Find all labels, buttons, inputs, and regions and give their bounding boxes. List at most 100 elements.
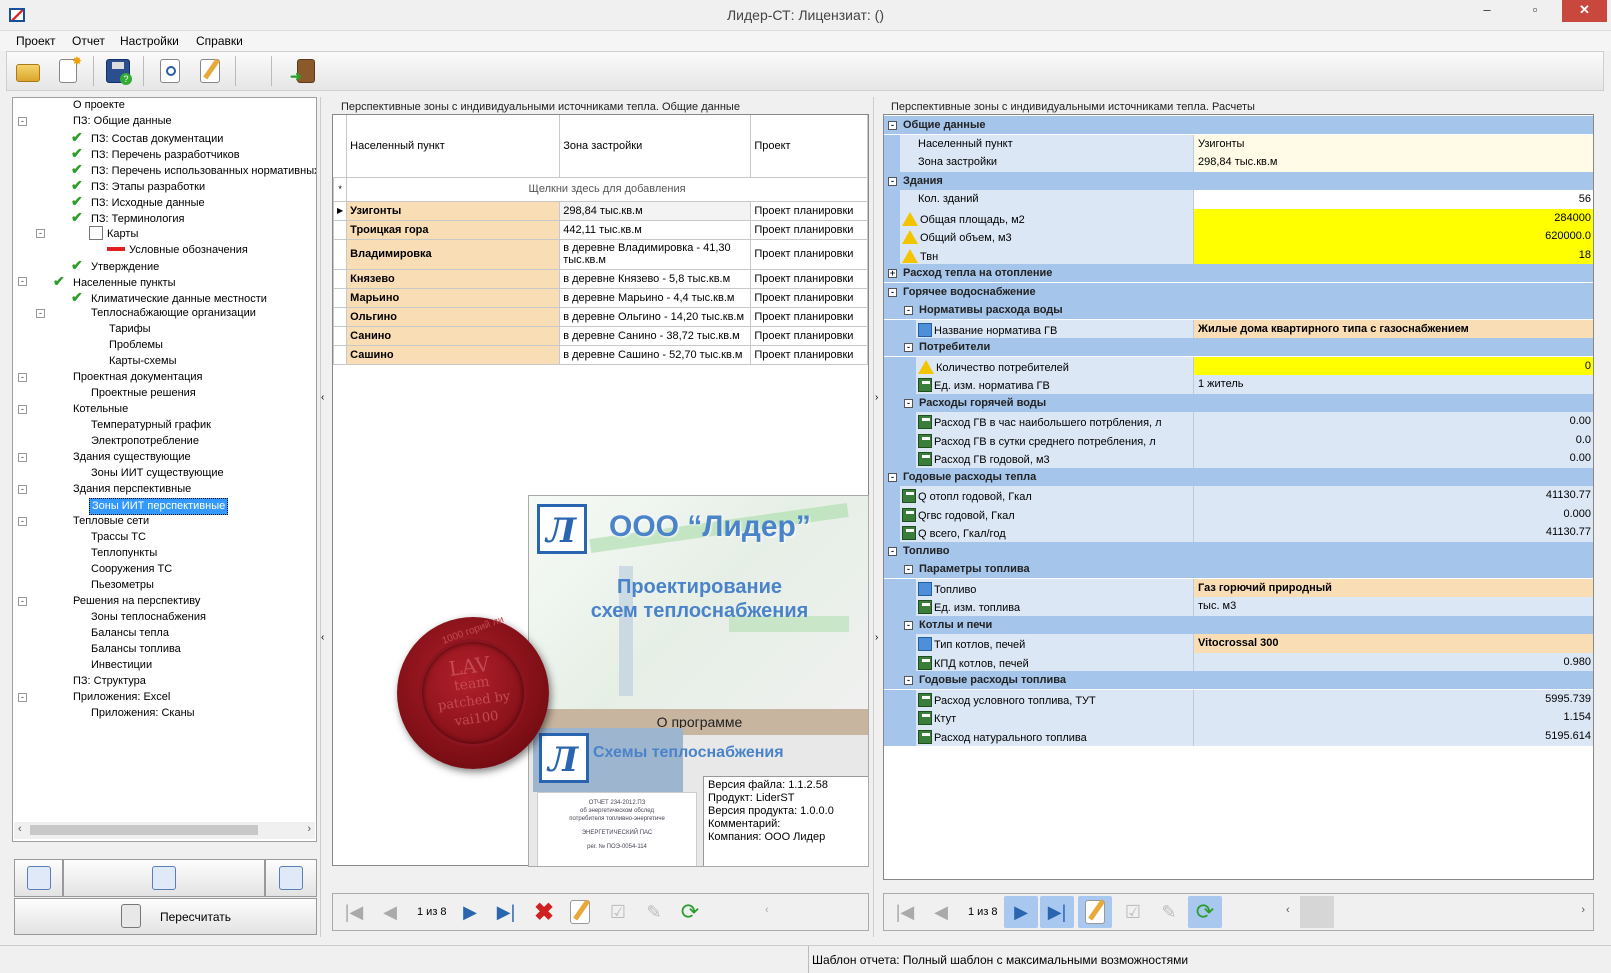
next-record-button[interactable]: ▶ <box>453 896 487 928</box>
tree-action-button-3[interactable] <box>265 859 317 897</box>
cell-zone[interactable]: в деревне Владимировка - 41,30 тыс.кв.м <box>559 238 752 270</box>
tree-expander[interactable]: - <box>18 693 27 702</box>
category-expander[interactable]: - <box>904 343 913 352</box>
tree-item[interactable]: ✔ Утверждение <box>71 258 161 274</box>
scroll-left-icon[interactable]: ‹ <box>18 823 22 835</box>
category-expander[interactable]: - <box>904 676 913 685</box>
property-category[interactable]: - Потребители <box>884 338 1593 357</box>
property-value[interactable]: 0.00 <box>1194 449 1593 468</box>
preview-button[interactable] <box>153 55 187 87</box>
tree-item[interactable]: Карты <box>89 226 140 241</box>
tree-item[interactable]: Условные обозначения <box>107 242 250 257</box>
category-expander[interactable]: - <box>888 472 897 482</box>
cell-zone[interactable]: в деревне Ольгино - 14,20 тыс.кв.м <box>559 306 752 327</box>
category-expander[interactable]: - <box>904 306 913 315</box>
property-value[interactable]: 0.980 <box>1194 652 1593 672</box>
property-category[interactable]: - Нормативы расхода воды <box>884 301 1593 320</box>
recalculate-button[interactable]: Пересчитать <box>14 898 317 935</box>
property-value[interactable]: 0.000 <box>1194 504 1593 524</box>
prop-next-button[interactable]: ▶ <box>1004 896 1038 928</box>
tree-scroll-thumb[interactable] <box>30 825 258 835</box>
save-button[interactable]: ? <box>101 55 135 87</box>
tree-item[interactable]: ПЗ: Общие данные <box>71 114 174 129</box>
property-value[interactable]: 41130.77 <box>1194 523 1593 542</box>
property-value[interactable]: 620000.0 <box>1194 227 1593 246</box>
property-row[interactable]: Q всего, Гкал/год 41130.77 <box>884 523 1593 542</box>
tree-item[interactable]: Теплопункты <box>89 546 159 561</box>
cell-settlement[interactable]: Ольгино <box>346 306 561 327</box>
property-value[interactable]: 0.00 <box>1194 412 1593 431</box>
property-category[interactable]: - Параметры топлива <box>884 560 1593 579</box>
tree-expander[interactable]: - <box>18 405 27 414</box>
tree-item[interactable]: Решения на перспективу <box>71 594 202 609</box>
property-value[interactable]: 5995.739 <box>1194 689 1593 709</box>
tree-item[interactable]: Температурный график <box>89 418 213 433</box>
close-button[interactable]: ✕ <box>1562 0 1607 22</box>
property-row[interactable]: Ктут 1.154 <box>884 708 1593 727</box>
first-record-button[interactable]: |◀ <box>337 896 371 928</box>
tree-horizontal-scrollbar[interactable]: ‹ › <box>14 822 315 839</box>
cell-settlement[interactable]: Сашино <box>346 344 561 365</box>
property-value[interactable]: тыс. м3 <box>1194 597 1593 616</box>
tree-item[interactable]: ✔ ПЗ: Этапы разработки <box>71 178 207 194</box>
tree-item[interactable]: ✔ Климатические данные местности <box>71 290 269 306</box>
prop-post-button[interactable]: ☑ <box>1116 896 1150 928</box>
category-expander[interactable]: - <box>888 546 897 556</box>
property-value[interactable]: Газ горючий природный <box>1194 578 1593 598</box>
tree-action-button-1[interactable] <box>14 859 63 897</box>
tree-item[interactable]: Зоны ИИТ перспективные <box>89 498 229 515</box>
tree-item[interactable]: Тепловые сети <box>71 514 151 529</box>
tree-expander[interactable]: - <box>36 229 45 238</box>
cell-zone[interactable]: в деревне Марьино - 4,4 тыс.кв.м <box>559 287 752 308</box>
property-category[interactable]: - Горячее водоснабжение <box>884 282 1593 302</box>
cell-zone[interactable]: 298,84 тыс.кв.м <box>559 200 752 221</box>
tree-item[interactable]: О проекте <box>71 98 127 113</box>
cell-settlement[interactable]: Санино <box>346 325 561 346</box>
left-splitter[interactable]: ‹ ‹ <box>320 97 328 937</box>
property-value[interactable]: 0 <box>1194 356 1593 376</box>
prop-scroll-left-icon[interactable]: ‹ <box>1286 904 1290 916</box>
tree-item[interactable]: ✔ ПЗ: Перечень использованных нормативных… <box>71 162 316 178</box>
menu-project[interactable]: Проект <box>16 34 56 48</box>
property-category[interactable]: - Здания <box>884 171 1593 191</box>
restore-button[interactable]: ▫ <box>1521 0 1549 22</box>
tree-item[interactable]: Теплоснабжающие организации <box>89 306 258 321</box>
property-row[interactable]: Населенный пункт Узигонты <box>884 134 1593 154</box>
tree-item[interactable]: Котельные <box>71 402 130 417</box>
property-row[interactable]: Количество потребителей 0 <box>884 356 1593 376</box>
category-expander[interactable]: - <box>888 121 897 130</box>
table-row[interactable]: Марьино в деревне Марьино - 4,4 тыс.кв.м П… <box>332 287 868 308</box>
tree-item[interactable]: Приложения: Сканы <box>89 706 197 721</box>
edit-button[interactable] <box>193 55 227 87</box>
category-expander[interactable]: - <box>904 565 913 574</box>
property-row[interactable]: Ед. изм. топлива тыс. м3 <box>884 597 1593 616</box>
property-row[interactable]: Q отопл годовой, Гкал 41130.77 <box>884 486 1593 505</box>
last-record-button[interactable]: ▶| <box>489 896 523 928</box>
cell-project[interactable]: Проект планировки <box>750 268 868 289</box>
property-category[interactable]: - Топливо <box>884 541 1593 561</box>
prop-scroll-right-icon[interactable]: › <box>1581 904 1585 916</box>
tree-item[interactable]: Приложения: Excel <box>71 690 172 705</box>
delete-record-button[interactable]: ✖ <box>527 896 561 928</box>
cell-project[interactable]: Проект планировки <box>750 325 868 346</box>
cell-project[interactable]: Проект планировки <box>750 287 868 308</box>
property-value[interactable]: 1.154 <box>1194 708 1593 727</box>
right-splitter[interactable]: › › <box>873 97 881 937</box>
tree-item[interactable]: Трассы ТС <box>89 530 148 545</box>
property-value[interactable]: Жилые дома квартирного типа с газоснабже… <box>1194 319 1593 339</box>
table-row[interactable]: ▶ Узигонты 298,84 тыс.кв.м Проект планировк… <box>332 200 868 221</box>
tree-item[interactable]: Проектная документация <box>71 370 204 385</box>
property-value[interactable]: Узигонты <box>1194 134 1593 154</box>
property-category[interactable]: + Расход тепла на отопление <box>884 264 1593 283</box>
cell-zone[interactable]: в деревне Сашино - 52,70 тыс.кв.м <box>559 344 752 365</box>
cell-zone[interactable]: в деревне Санино - 38,72 тыс.кв.м <box>559 325 752 346</box>
navigation-tree[interactable]: О проекте - ПЗ: Общие данные ✔ ПЗ: Состав до… <box>12 97 317 842</box>
tree-item[interactable]: Здания существующие <box>71 450 193 465</box>
cell-project[interactable]: Проект планировки <box>750 200 868 221</box>
property-category[interactable]: - Котлы и печи <box>884 615 1593 635</box>
prop-last-button[interactable]: ▶| <box>1040 896 1074 928</box>
property-value[interactable]: 5195.614 <box>1194 726 1593 746</box>
tree-item[interactable]: ✔ Населенные пункты <box>53 274 178 290</box>
property-row[interactable]: Название норматива ГВ Жилые дома квартирн… <box>884 319 1593 339</box>
table-row[interactable]: Санино в деревне Санино - 38,72 тыс.кв.м П… <box>332 325 868 346</box>
